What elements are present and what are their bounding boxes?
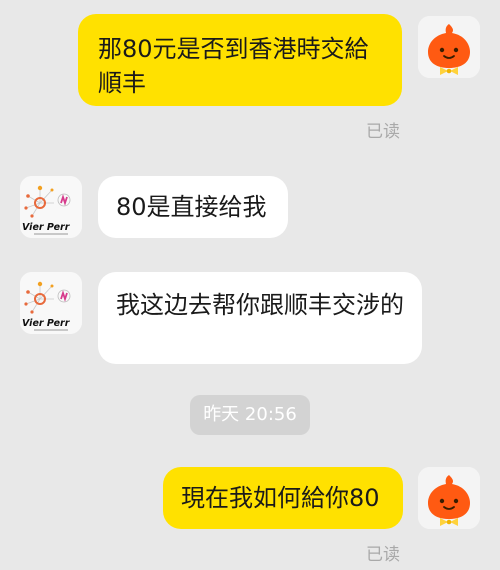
molecule-logo-icon: Vier Perr bbox=[20, 176, 82, 238]
orange-mascot-icon bbox=[418, 16, 480, 78]
incoming-message-bubble[interactable]: 80是直接给我 bbox=[98, 176, 288, 238]
orange-mascot-icon bbox=[418, 467, 480, 529]
message-text: 我这边去帮你跟顺丰交涉的 bbox=[116, 291, 404, 319]
read-receipt: 已读 bbox=[366, 122, 400, 142]
message-text: 80是直接给我 bbox=[116, 193, 267, 221]
message-text: 那80元是否到香港時交給順丰 bbox=[98, 35, 369, 97]
contact-logo-text: Vier Perr bbox=[22, 222, 71, 233]
contact-logo-text: Vier Perr bbox=[22, 318, 71, 329]
self-avatar[interactable] bbox=[418, 467, 480, 529]
molecule-logo-icon: Vier Perr bbox=[20, 272, 82, 334]
outgoing-message-bubble[interactable]: 那80元是否到香港時交給順丰 bbox=[78, 14, 402, 106]
incoming-message-bubble[interactable]: 我这边去帮你跟顺丰交涉的 bbox=[98, 272, 422, 364]
contact-avatar[interactable]: Vier Perr bbox=[20, 272, 82, 334]
timestamp-divider: 昨天 20:56 bbox=[190, 395, 310, 435]
chat-thread: 那80元是否到香港時交給順丰 已读 Vier Perr 80是直接给我 Vier… bbox=[0, 0, 500, 570]
outgoing-message-bubble[interactable]: 現在我如何給你80 bbox=[163, 467, 403, 529]
message-text: 現在我如何給你80 bbox=[181, 484, 380, 512]
self-avatar[interactable] bbox=[418, 16, 480, 78]
read-receipt: 已读 bbox=[366, 545, 400, 565]
contact-avatar[interactable]: Vier Perr bbox=[20, 176, 82, 238]
